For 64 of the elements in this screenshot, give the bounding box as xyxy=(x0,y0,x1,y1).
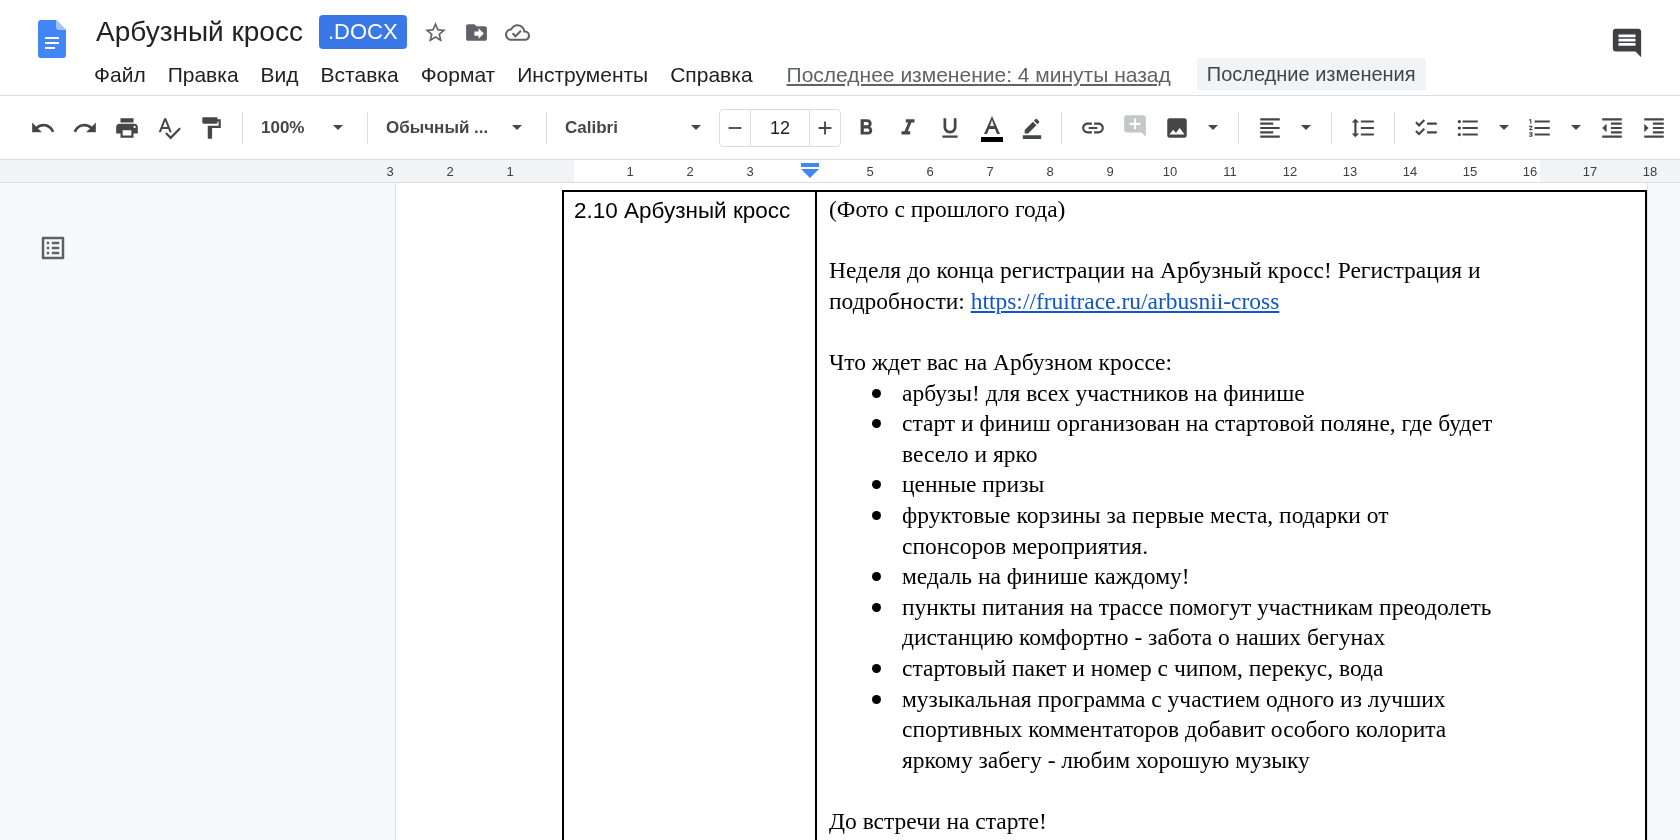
ruler-number: 16 xyxy=(1522,163,1538,179)
bullet-icon xyxy=(872,663,881,673)
caret-icon xyxy=(691,125,701,130)
bullet-icon xyxy=(872,419,881,429)
style-dropdown[interactable]: Обычный ... xyxy=(382,117,532,138)
table-cell: 2.10 Арбузный кросс xyxy=(574,198,791,223)
caret-icon xyxy=(333,125,343,130)
ruler-number: 5 xyxy=(866,163,874,179)
recent-changes-button[interactable]: Последние изменения xyxy=(1196,58,1426,91)
ruler-number: 9 xyxy=(1106,163,1114,179)
caret-icon[interactable] xyxy=(1301,125,1311,130)
ruler-number: 14 xyxy=(1402,163,1418,179)
menu-item[interactable]: Правка xyxy=(167,62,239,87)
caret-icon[interactable] xyxy=(1571,125,1581,130)
list-item: музыкальная программа с участием одного из лучших спортивных комментаторов добавит особого колорита яркому забегу - любим хорошую музыку xyxy=(902,684,1448,775)
menu-item[interactable]: Формат xyxy=(420,62,496,87)
ruler-number: 1 xyxy=(626,163,634,179)
bullet-icon xyxy=(872,480,881,490)
paragraph: Что ждет вас на Арбузном кроссе: xyxy=(829,347,1174,377)
list-item: ценные призы xyxy=(902,470,1045,500)
registration-link[interactable]: https://fruitrace.ru/arbusnii-cross xyxy=(970,287,1280,314)
zoom-dropdown[interactable]: 100% xyxy=(257,117,353,138)
caret-icon xyxy=(512,125,522,130)
bullet-icon xyxy=(872,602,881,612)
bullet-icon xyxy=(872,388,881,398)
paragraph: (Фото с прошлого года) xyxy=(829,195,1067,224)
ruler-number: 11 xyxy=(1223,163,1237,179)
bullet-icon xyxy=(872,572,881,582)
bullet-icon xyxy=(872,694,881,704)
ruler-number: 2 xyxy=(686,163,694,179)
menu-item[interactable]: Справка xyxy=(670,62,753,87)
ruler-number: 6 xyxy=(926,163,934,179)
list-item: арбузы! для всех участников на финише xyxy=(902,378,1305,408)
paragraph: Неделя до конца регистрации на Арбузный кросс! Регистрация и подробности: https://fruitrace.ru/arbusnii-cross xyxy=(829,256,1482,316)
list-item: стартовый пакет и номер с чипом, перекус, вода xyxy=(902,653,1384,683)
paragraph: До встречи на старте! xyxy=(829,806,1048,836)
menu-item[interactable]: Файл xyxy=(94,62,146,87)
menu-item[interactable]: Инструменты xyxy=(517,62,649,87)
caret-icon[interactable] xyxy=(1499,125,1509,130)
ruler-number: 13 xyxy=(1342,163,1358,179)
menu-item[interactable]: Вставка xyxy=(320,62,399,87)
ruler-number: 10 xyxy=(1162,163,1178,179)
bullet-icon xyxy=(872,510,881,520)
ruler-number: 15 xyxy=(1462,163,1478,179)
ruler-number: 3 xyxy=(386,163,394,179)
caret-icon[interactable] xyxy=(1208,125,1218,130)
last-edit-link[interactable]: Последнее изменение: 4 минуты назад xyxy=(786,62,1171,87)
font-dropdown[interactable]: Calibri xyxy=(561,117,711,138)
ruler-number: 2 xyxy=(446,163,454,179)
ruler-number: 8 xyxy=(1046,163,1054,179)
ruler-number: 1 xyxy=(506,163,514,179)
ruler-number: 3 xyxy=(746,163,754,179)
menu-item[interactable]: Вид xyxy=(260,62,299,87)
list-item: медаль на финише каждому! xyxy=(902,562,1190,592)
docs-logo-icon[interactable] xyxy=(38,20,66,58)
ruler-number: 12 xyxy=(1282,163,1298,179)
indent-marker-icon[interactable] xyxy=(800,163,820,179)
ruler-number: 18 xyxy=(1642,163,1658,179)
list-item: фруктовые корзины за первые места, подарки от спонсоров мероприятия. xyxy=(902,500,1390,561)
font-size-control[interactable]: 12 xyxy=(719,108,841,147)
ruler-number: 7 xyxy=(986,163,994,179)
ruler-number: 17 xyxy=(1582,163,1598,179)
file-type-badge: .DOCX xyxy=(318,15,407,49)
document-title[interactable]: Арбузный кросс xyxy=(96,16,303,48)
